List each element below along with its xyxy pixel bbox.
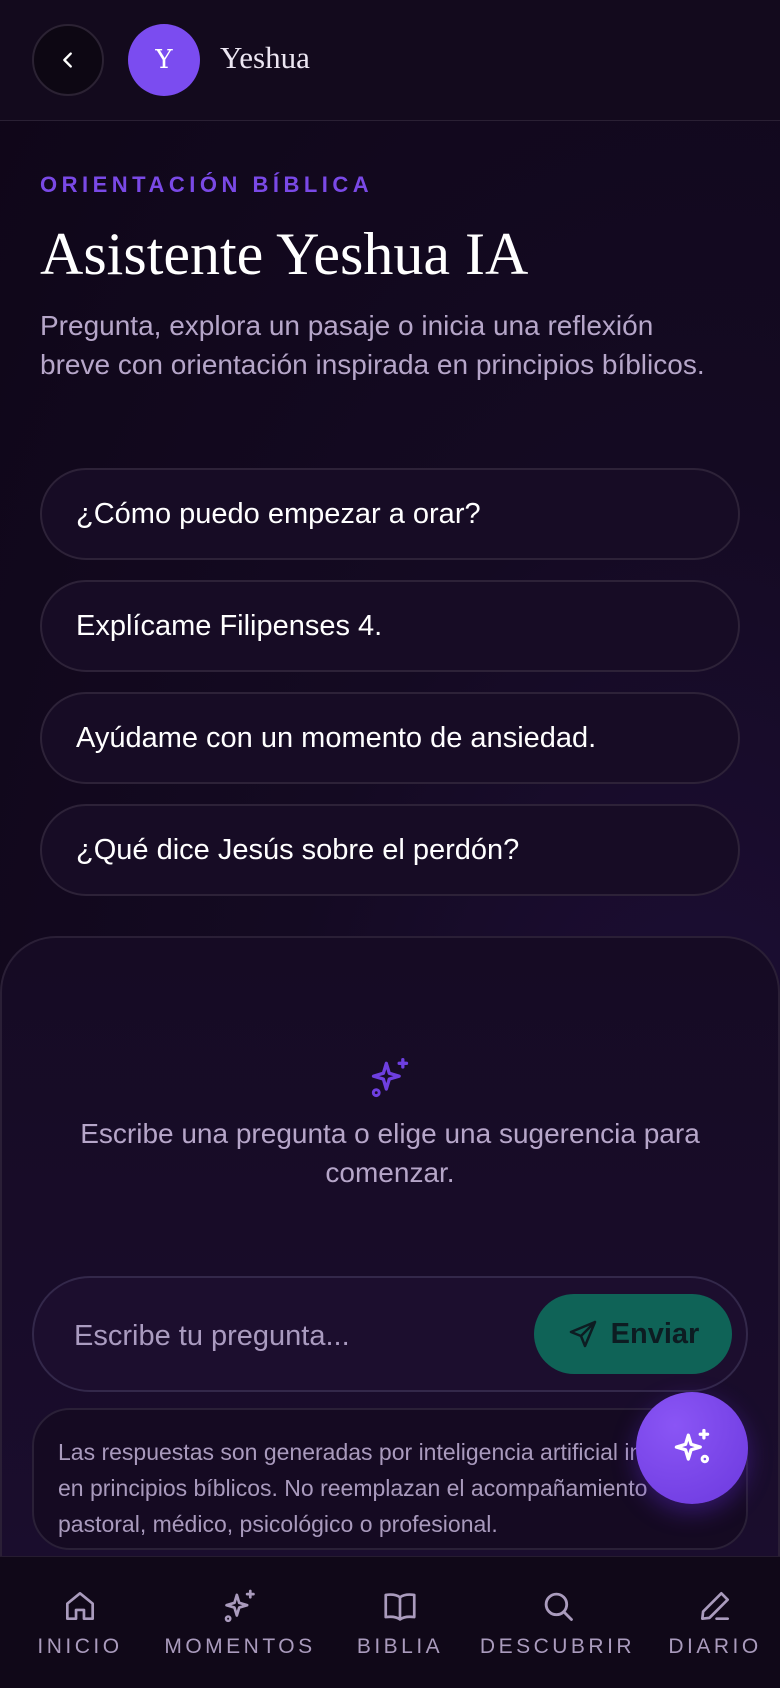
- section-eyebrow: ORIENTACIÓN BÍBLICA: [40, 172, 374, 197]
- nav-item-inicio[interactable]: INICIO: [30, 1557, 130, 1688]
- home-icon: [65, 1591, 95, 1621]
- question-input[interactable]: [74, 1308, 494, 1364]
- page: Y Yeshua ORIENTACIÓN BÍBLICA Asistente Y…: [0, 0, 780, 1688]
- nav-item-momentos[interactable]: MOMENTOS: [160, 1557, 320, 1688]
- sparkles-icon: [224, 1589, 255, 1623]
- nav-label: BIBLIA: [356, 1635, 444, 1658]
- sparkles-icon: [371, 1058, 409, 1098]
- nav-label: MOMENTOS: [164, 1635, 316, 1658]
- page-title: Asistente Yeshua IA: [40, 221, 529, 287]
- avatar-letter: Y: [155, 45, 173, 75]
- nav-label: INICIO: [37, 1635, 123, 1658]
- suggestion-chip[interactable]: Explícame Filipenses 4.: [40, 580, 740, 672]
- suggestion-chip[interactable]: ¿Qué dice Jesús sobre el perdón?: [40, 804, 740, 896]
- back-button[interactable]: [32, 24, 104, 96]
- nav-item-diario[interactable]: DIARIO: [660, 1557, 770, 1688]
- bottom-navigation: INICIO MOMENTOS BIBLIA DESCUBRIR DIARIO: [0, 1556, 780, 1688]
- suggestion-chip[interactable]: Ayúdame con un momento de ansiedad.: [40, 692, 740, 784]
- message-composer: Enviar: [32, 1276, 748, 1392]
- send-button[interactable]: Enviar: [534, 1294, 732, 1374]
- nav-item-biblia[interactable]: BIBLIA: [340, 1557, 460, 1688]
- suggestion-label: ¿Qué dice Jesús sobre el perdón?: [76, 833, 520, 866]
- chevron-left-icon: [63, 52, 72, 68]
- suggestion-chip[interactable]: ¿Cómo puedo empezar a orar?: [40, 468, 740, 560]
- search-icon: [544, 1592, 573, 1621]
- send-label: Enviar: [610, 1317, 700, 1350]
- book-icon: [384, 1593, 416, 1621]
- ai-assistant-button[interactable]: [636, 1392, 748, 1504]
- send-icon: [569, 1320, 596, 1348]
- nav-label: DESCUBRIR: [479, 1635, 636, 1658]
- suggestion-label: Explícame Filipenses 4.: [76, 609, 383, 642]
- nav-label: DIARIO: [668, 1635, 762, 1658]
- page-subtitle: Pregunta, explora un pasaje o inicia una…: [40, 310, 705, 380]
- avatar: Y: [128, 24, 200, 96]
- empty-state-text: Escribe una pregunta o elige una sugeren…: [80, 1118, 700, 1188]
- top-bar: Y Yeshua: [0, 0, 780, 121]
- suggestion-label: Ayúdame con un momento de ansiedad.: [76, 721, 597, 754]
- sparkles-icon: [674, 1428, 710, 1464]
- suggestion-label: ¿Cómo puedo empezar a orar?: [76, 497, 481, 530]
- nav-item-descubrir[interactable]: DESCUBRIR: [480, 1557, 635, 1688]
- pen-icon: [700, 1591, 730, 1621]
- header-title: Yeshua: [220, 40, 310, 75]
